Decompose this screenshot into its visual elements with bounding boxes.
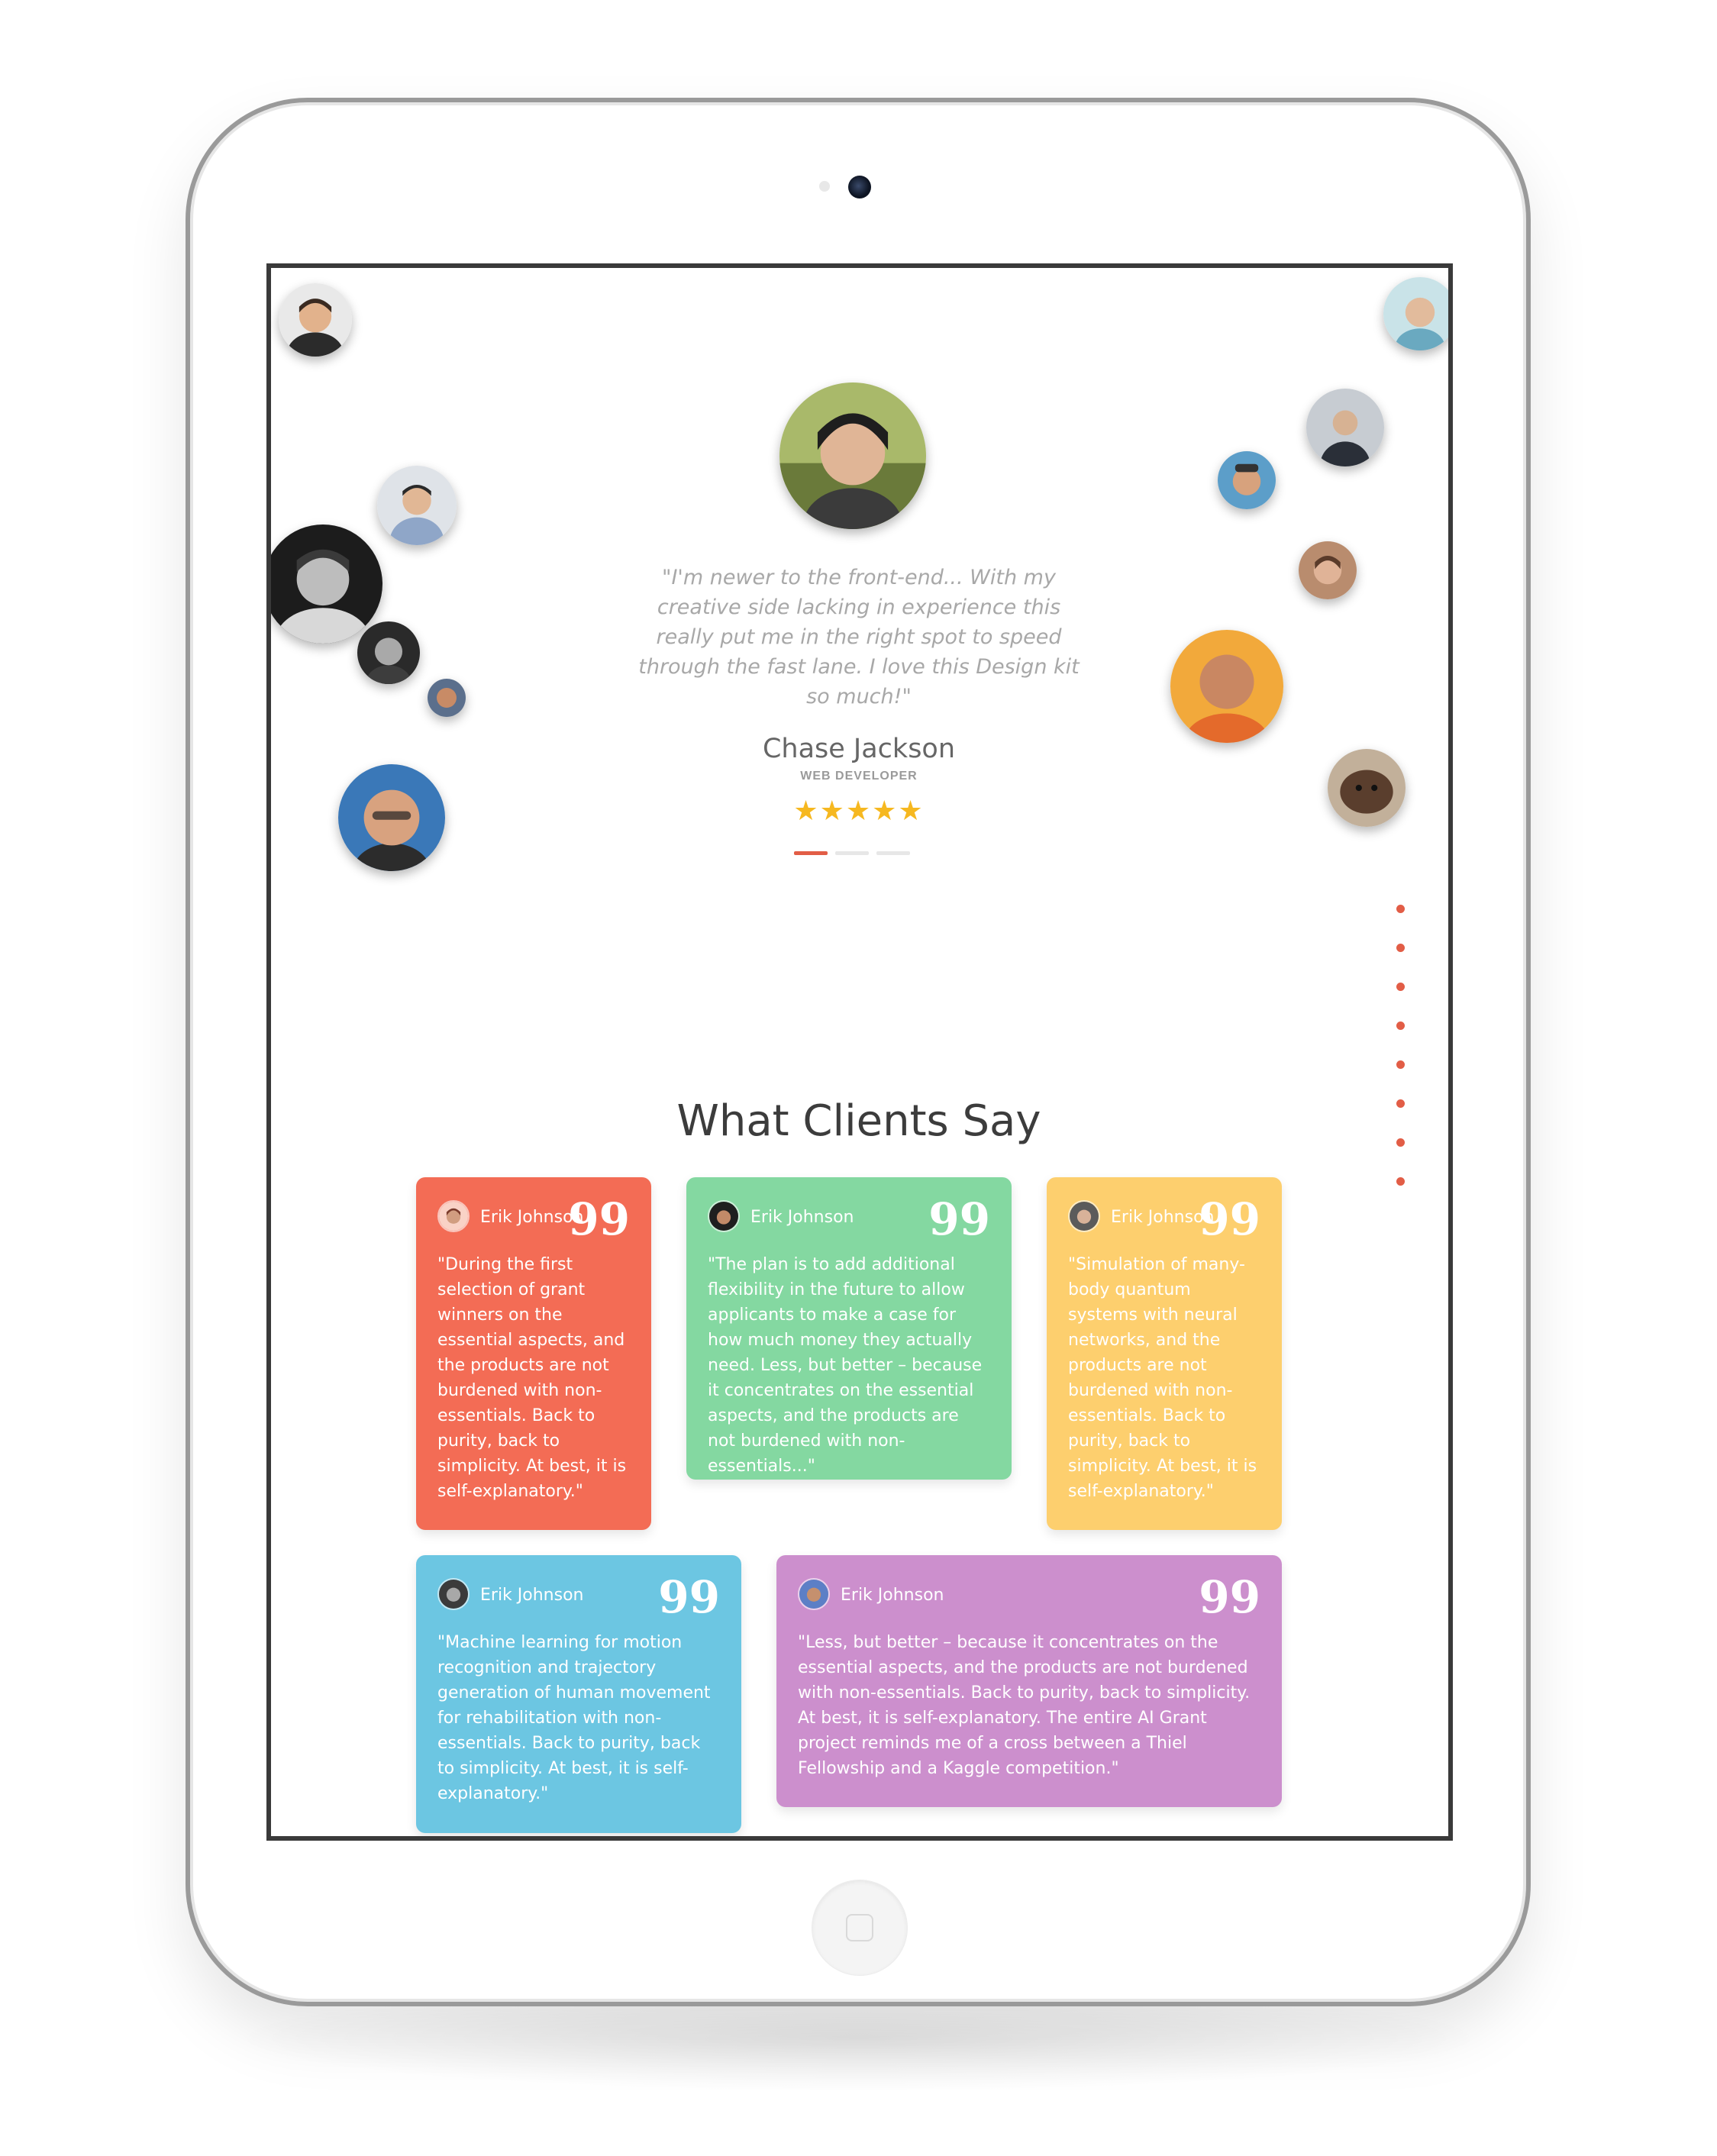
testimonial-card: Erik Johnson 99 "Simulation of many-body… xyxy=(1047,1177,1282,1530)
floating-avatar[interactable] xyxy=(428,679,466,717)
home-button[interactable] xyxy=(812,1880,908,1976)
testimonial-card: Erik Johnson 99 "Less, but better – beca… xyxy=(776,1555,1282,1807)
floating-avatar[interactable] xyxy=(1299,541,1357,599)
card-text: "During the first selection of grant win… xyxy=(437,1255,627,1501)
rating-stars: ★★★★★ xyxy=(793,795,925,826)
card-text: "The plan is to add additional flexibili… xyxy=(708,1255,983,1476)
floating-avatar[interactable] xyxy=(377,466,457,545)
card-text: "Simulation of many-body quantum systems… xyxy=(1068,1255,1257,1501)
quote-icon: 99 xyxy=(1199,1193,1260,1245)
side-dot[interactable] xyxy=(1396,1177,1405,1186)
side-dot-nav xyxy=(1396,905,1406,1216)
quote-icon: 99 xyxy=(658,1571,720,1623)
sensor-icon xyxy=(819,181,830,192)
floating-avatar[interactable] xyxy=(1306,389,1384,466)
side-dot[interactable] xyxy=(1396,1060,1405,1069)
side-dot[interactable] xyxy=(1396,1138,1405,1147)
card-avatar xyxy=(798,1578,830,1610)
side-dot[interactable] xyxy=(1396,944,1405,952)
card-name: Erik Johnson xyxy=(480,1586,584,1605)
featured-role: WEB DEVELOPER xyxy=(800,770,918,783)
side-dot[interactable] xyxy=(1396,983,1405,991)
card-name: Erik Johnson xyxy=(750,1208,854,1227)
section-title: What Clients Say xyxy=(676,1096,1041,1146)
card-text: "Machine learning for motion recognition… xyxy=(437,1633,711,1803)
floating-avatar[interactable] xyxy=(357,621,420,684)
quote-icon: 99 xyxy=(568,1193,630,1245)
quote-icon: 99 xyxy=(928,1193,990,1245)
carousel-indicator-2[interactable] xyxy=(835,851,869,855)
floating-avatar[interactable] xyxy=(1383,277,1448,350)
floating-avatar[interactable] xyxy=(1218,451,1276,509)
featured-quote: "I'm newer to the front-end... With my c… xyxy=(638,566,1080,708)
floating-avatar[interactable] xyxy=(1328,749,1406,827)
home-square-icon xyxy=(846,1914,873,1941)
testimonial-card: Erik Johnson 99 "Machine learning for mo… xyxy=(416,1555,741,1833)
card-avatar xyxy=(1068,1200,1100,1232)
featured-name: Chase Jackson xyxy=(762,734,956,764)
side-dot[interactable] xyxy=(1396,905,1405,913)
card-avatar xyxy=(708,1200,740,1232)
carousel-indicator-3[interactable] xyxy=(876,851,910,855)
testimonial-card: Erik Johnson 99 "During the first select… xyxy=(416,1177,651,1530)
featured-avatar[interactable] xyxy=(779,382,926,529)
side-dot[interactable] xyxy=(1396,1099,1405,1108)
card-name: Erik Johnson xyxy=(841,1586,944,1605)
floating-avatar[interactable] xyxy=(338,764,445,871)
camera-icon xyxy=(848,176,871,198)
carousel-indicator-1[interactable] xyxy=(794,851,828,855)
card-text: "Less, but better – because it concentra… xyxy=(798,1633,1251,1778)
card-avatar xyxy=(437,1578,470,1610)
carousel-indicators xyxy=(794,851,916,856)
side-dot[interactable] xyxy=(1396,1022,1405,1030)
testimonial-card: Erik Johnson 99 "The plan is to add addi… xyxy=(686,1177,1012,1480)
floating-avatar[interactable] xyxy=(271,524,382,644)
tablet-screen: "I'm newer to the front-end... With my c… xyxy=(266,263,1453,1841)
card-avatar xyxy=(437,1200,470,1232)
floating-avatar[interactable] xyxy=(1170,630,1283,743)
quote-icon: 99 xyxy=(1199,1571,1260,1623)
floating-avatar[interactable] xyxy=(279,283,352,357)
